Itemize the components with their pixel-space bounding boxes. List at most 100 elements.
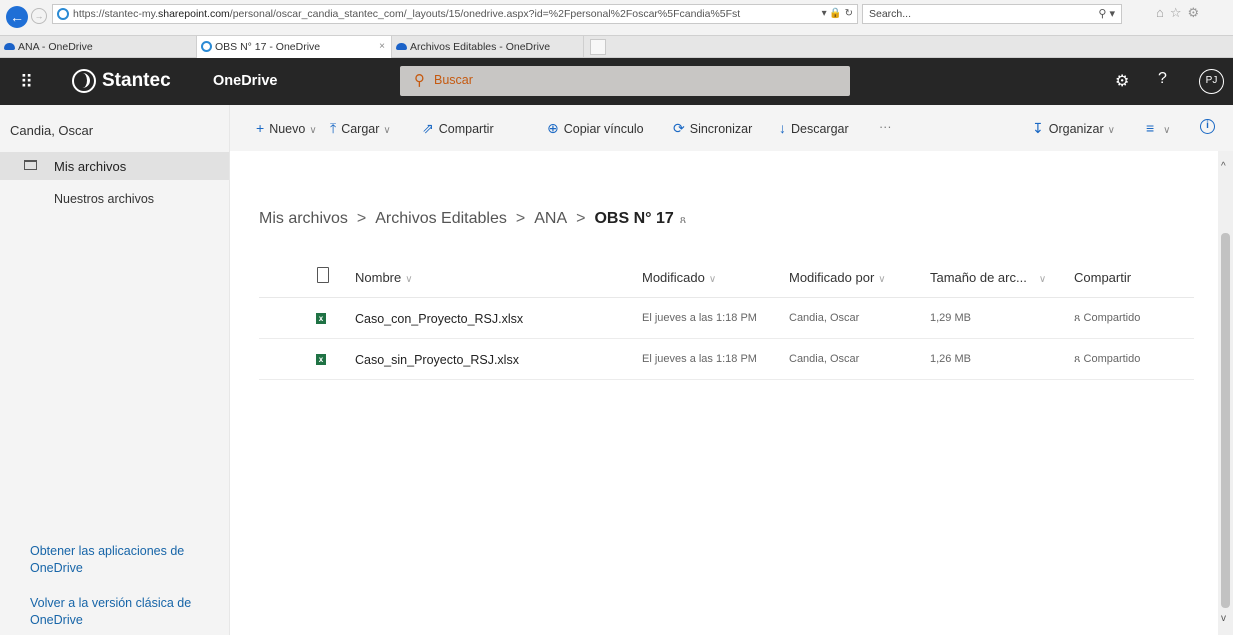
upload-icon: ⤒ [330, 120, 337, 136]
classic-version-link[interactable]: Volver a la versión clásica de OneDrive [30, 595, 220, 629]
breadcrumb-current: OBS N° 17 [594, 210, 674, 227]
browser-search-placeholder: Search... [869, 8, 912, 20]
more-options-button[interactable]: ··· [879, 120, 892, 134]
view-options-button[interactable]: ≡ ∨ [1146, 120, 1171, 136]
column-header-name[interactable]: Nombre ∨ [355, 270, 413, 285]
upload-button[interactable]: ⤒ Cargar ∨ [330, 120, 391, 137]
plus-icon: + [256, 120, 265, 136]
chevron-down-icon: ∨ [1038, 274, 1047, 285]
brand-name[interactable]: Stantec [102, 70, 171, 92]
chevron-down-icon: ∨ [309, 125, 317, 136]
upload-label: Cargar [341, 122, 380, 136]
chevron-down-icon: ∨ [1163, 125, 1171, 136]
home-favorites-tools-icon[interactable]: ⌂☆⚙ [1156, 5, 1205, 21]
file-modified-by: Candia, Oscar [789, 312, 860, 324]
file-name[interactable]: Caso_con_Proyecto_RSJ.xlsx [355, 312, 523, 326]
download-label: Descargar [791, 122, 849, 136]
search-input[interactable]: ⚲ Buscar [400, 66, 850, 96]
column-header-size[interactable]: Tamaño de arc... ∨ [930, 270, 1046, 285]
file-modified-by: Candia, Oscar [789, 353, 860, 365]
scroll-up-icon[interactable]: ^ [1221, 161, 1226, 172]
scroll-thumb[interactable] [1221, 233, 1230, 608]
onedrive-cloud-icon [4, 43, 15, 50]
sidebar-item-our-files[interactable]: Nuestros archivos [54, 192, 154, 206]
url-path: /personal/oscar_candia_stantec_com/_layo… [229, 8, 741, 20]
scroll-down-icon[interactable]: v [1221, 613, 1226, 624]
table-header: Nombre ∨ Modificado ∨ Modificado por ∨ Tama… [259, 258, 1194, 298]
sync-icon: ⟳ [673, 120, 685, 136]
file-size: 1,26 MB [930, 353, 971, 365]
new-label: Nuevo [269, 122, 306, 136]
tab-strip: ANA - OneDrive OBS N° 17 - OneDrive × Ar… [0, 36, 1233, 58]
vertical-scrollbar[interactable]: ^ v [1218, 151, 1233, 635]
sync-label: Sincronizar [689, 122, 753, 136]
new-button[interactable]: + Nuevo ∨ [256, 120, 317, 136]
table-row[interactable]: x Caso_sin_Proyecto_RSJ.xlsx El jueves a… [259, 339, 1194, 380]
file-size: 1,29 MB [930, 312, 971, 324]
new-tab-button[interactable] [590, 39, 606, 55]
copy-link-button[interactable]: ⊕ Copiar vínculo [547, 120, 644, 137]
file-sharing-status[interactable]: ጸ Compartido [1074, 312, 1140, 325]
file-modified: El jueves a las 1:18 PM [642, 353, 757, 365]
breadcrumb-separator: > [515, 210, 526, 227]
forward-button[interactable]: → [31, 8, 47, 24]
breadcrumb: Mis archivos > Archivos Editables > ANA > OBS … [259, 210, 686, 228]
file-modified: El jueves a las 1:18 PM [642, 312, 757, 324]
file-sharing-status[interactable]: ጸ Compartido [1074, 353, 1140, 366]
column-header-modified[interactable]: Modificado ∨ [642, 270, 716, 285]
sidebar-item-label: Mis archivos [54, 159, 127, 174]
browser-toolbar: ← → https://stantec-my.sharepoint.com/pe… [0, 0, 1233, 36]
ie-tab-icon [201, 41, 212, 52]
breadcrumb-separator: > [356, 210, 367, 227]
suite-header: ⠿ Stantec OneDrive ⚲ Buscar ⚙ ? PJ [0, 58, 1233, 105]
file-type-icon[interactable] [317, 267, 329, 283]
help-icon[interactable]: ? [1158, 70, 1167, 88]
sort-icon: ↧ [1032, 120, 1044, 136]
share-button[interactable]: ⇗ Compartir [422, 120, 494, 137]
address-controls[interactable]: ▾ 🔒 ↻ [822, 5, 853, 23]
stantec-logo-icon [72, 69, 96, 93]
sync-button[interactable]: ⟳ Sincronizar [673, 120, 752, 137]
chevron-down-icon: ∨ [708, 274, 717, 285]
download-button[interactable]: ↓ Descargar [779, 120, 849, 136]
copy-link-label: Copiar vínculo [563, 122, 644, 136]
url-host: sharepoint.com [158, 8, 230, 20]
shared-people-icon[interactable]: ጸ [680, 214, 686, 226]
back-button[interactable]: ← [6, 6, 28, 28]
table-row[interactable]: x Caso_con_Proyecto_RSJ.xlsx El jueves a… [259, 298, 1194, 339]
app-launcher-icon[interactable]: ⠿ [20, 72, 33, 93]
get-apps-link[interactable]: Obtener las aplicaciones de OneDrive [30, 543, 220, 577]
chevron-down-icon: ∨ [878, 274, 886, 285]
column-header-share[interactable]: Compartir [1074, 270, 1131, 285]
chevron-down-icon: ∨ [405, 274, 413, 285]
file-list: Nombre ∨ Modificado ∨ Modificado por ∨ Tama… [259, 258, 1194, 380]
tab-label: Archivos Editables - OneDrive [410, 41, 551, 53]
address-bar[interactable]: https://stantec-my.sharepoint.com/person… [52, 4, 858, 24]
tab-ana[interactable]: ANA - OneDrive [0, 36, 197, 58]
tab-obs-17[interactable]: OBS N° 17 - OneDrive × [197, 36, 392, 58]
share-label: Compartir [438, 122, 494, 136]
avatar[interactable]: PJ [1199, 69, 1224, 94]
sort-button[interactable]: ↧ Organizar ∨ [1032, 120, 1115, 137]
search-placeholder: Buscar [434, 73, 473, 87]
sidebar-item-my-files[interactable]: Mis archivos [0, 152, 229, 180]
breadcrumb-item[interactable]: Archivos Editables [375, 210, 507, 227]
gear-icon[interactable]: ⚙ [1115, 71, 1129, 91]
info-icon[interactable]: i [1200, 119, 1215, 134]
file-name[interactable]: Caso_sin_Proyecto_RSJ.xlsx [355, 353, 519, 367]
chevron-down-icon: ∨ [1107, 125, 1115, 136]
app-title[interactable]: OneDrive [213, 73, 277, 89]
breadcrumb-item[interactable]: Mis archivos [259, 210, 348, 227]
browser-search-input[interactable]: Search... ⚲ ▾ [862, 4, 1122, 24]
browser-search-icon[interactable]: ⚲ ▾ [1098, 5, 1115, 23]
breadcrumb-item[interactable]: ANA [534, 210, 567, 227]
close-icon[interactable]: × [379, 36, 385, 58]
column-header-label: Nombre [355, 270, 402, 285]
excel-file-icon: x [316, 311, 331, 326]
tab-archivos-editables[interactable]: Archivos Editables - OneDrive [392, 36, 584, 58]
column-header-modified-by[interactable]: Modificado por ∨ [789, 270, 886, 285]
link-icon: ⊕ [547, 120, 559, 136]
tab-label: OBS N° 17 - OneDrive [215, 41, 321, 53]
user-name: Candia, Oscar [10, 123, 94, 138]
folder-icon [24, 160, 37, 170]
